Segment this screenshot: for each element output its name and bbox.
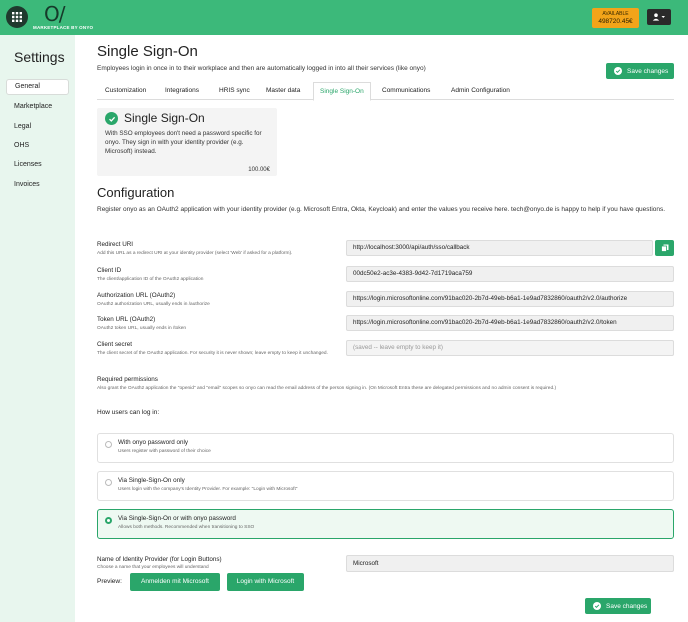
option-title: Via Single-Sign-On only (118, 477, 185, 484)
option-subtitle: Users login with the company's Identity … (118, 487, 298, 492)
idp-name-field[interactable]: Microsoft (346, 555, 674, 572)
settings-sidebar: Settings General Marketplace Legal OHS L… (0, 35, 75, 622)
option-subtitle: Allows both methods. Recommended when tr… (118, 525, 255, 530)
settings-tabs: Customization Integrations HRIS sync Mas… (97, 82, 674, 101)
preview-label: Preview: (97, 578, 122, 585)
sso-card-description: With SSO employees don't need a password… (105, 130, 262, 156)
page-title: Single Sign-On (97, 43, 198, 60)
user-menu-button[interactable] (647, 9, 671, 25)
available-budget-badge: AVAILABLE 498720.45€ (592, 8, 639, 28)
save-button-label: Save changes (606, 602, 648, 610)
sidebar-item-ohs[interactable]: OHS (6, 138, 69, 154)
sidebar-title: Settings (14, 49, 65, 65)
configuration-description: Register onyo as an OAuth2 application w… (97, 206, 666, 213)
login-option-password-only[interactable]: With onyo password only Users register w… (97, 433, 674, 463)
token-url-label: Token URL (OAuth2) (97, 316, 156, 323)
copy-icon (660, 244, 668, 252)
login-methods-label: How users can log in: (97, 409, 160, 416)
user-icon (652, 13, 665, 21)
sso-product-card: Single Sign-On With SSO employees don't … (97, 108, 277, 176)
authorization-url-field[interactable]: https://login.microsoftonline.com/91bac0… (346, 291, 674, 307)
available-value: 498720.45€ (598, 18, 633, 25)
available-label: AVAILABLE (602, 11, 629, 17)
radio-button[interactable] (105, 441, 112, 448)
preview-button-english[interactable]: Login with Microsoft (227, 573, 304, 591)
tab-communications[interactable]: Communications (376, 82, 436, 100)
tab-hris-sync[interactable]: HRIS sync (213, 82, 256, 100)
tab-single-sign-on[interactable]: Single Sign-On (313, 82, 371, 101)
tab-admin-configuration[interactable]: Admin Configuration (445, 82, 516, 100)
sso-card-title: Single Sign-On (124, 111, 205, 125)
configuration-title: Configuration (97, 185, 175, 200)
sidebar-item-marketplace[interactable]: Marketplace (6, 99, 69, 115)
save-button-label: Save changes (627, 67, 669, 75)
logo-subtitle: MARKETPLACE BY ONYO (33, 25, 94, 30)
client-id-label: Client ID (97, 267, 122, 274)
page-subtitle: Employees login in once in to their work… (97, 65, 426, 72)
tab-integrations[interactable]: Integrations (159, 82, 205, 100)
sidebar-item-licenses[interactable]: Licenses (6, 157, 69, 173)
client-secret-label: Client secret (97, 341, 132, 348)
required-permissions-label: Required permissions (97, 376, 158, 383)
client-id-field[interactable]: 00dc50e2-ac3e-4383-9d42-7d1719aca759 (346, 266, 674, 282)
token-url-field[interactable]: https://login.microsoftonline.com/91bac0… (346, 315, 674, 331)
apps-grid-icon[interactable] (6, 6, 28, 28)
logo[interactable]: O/ (44, 2, 66, 26)
tab-master-data[interactable]: Master data (260, 82, 306, 100)
token-url-help: OAuth2 token URL, usually ends in /token (97, 326, 187, 331)
idp-name-help: Choose a name that your employees will u… (97, 565, 209, 570)
client-id-help: The client/application ID of the OAuth2 … (97, 277, 204, 282)
idp-name-label: Name of Identity Provider (for Login But… (97, 556, 222, 563)
check-circle-icon (105, 112, 118, 125)
tab-customization[interactable]: Customization (99, 82, 152, 100)
sidebar-item-legal[interactable]: Legal (6, 119, 69, 135)
preview-button-german[interactable]: Anmelden mit Microsoft (130, 573, 220, 591)
top-bar: O/ MARKETPLACE BY ONYO AVAILABLE 498720.… (0, 0, 688, 35)
redirect-uri-field[interactable]: http://localhost:3000/api/auth/sso/callb… (346, 240, 653, 256)
redirect-uri-help: Add this URL as a redirect URI at your i… (97, 251, 293, 256)
sidebar-item-invoices[interactable]: Invoices (6, 177, 69, 193)
radio-button-selected[interactable] (105, 517, 112, 524)
sso-card-price: 100.00€ (248, 167, 270, 173)
sidebar-item-general[interactable]: General (6, 79, 69, 95)
client-secret-help: The client secret of the OAuth2 applicat… (97, 351, 328, 356)
save-icon (614, 67, 622, 75)
save-changes-button-bottom[interactable]: Save changes (585, 598, 651, 614)
authorization-url-help: OAuth2 authorization URL, usually ends i… (97, 302, 210, 307)
radio-button[interactable] (105, 479, 112, 486)
redirect-uri-label: Redirect URI (97, 241, 134, 248)
login-option-sso-or-password[interactable]: Via Single-Sign-On or with onyo password… (97, 509, 674, 539)
required-permissions-help: Also grant the OAuth2 application the "o… (97, 386, 557, 391)
option-title: Via Single-Sign-On or with onyo password (118, 515, 236, 522)
client-secret-field[interactable]: (saved -- leave empty to keep it) (346, 340, 674, 356)
option-subtitle: Users register with password of their ch… (118, 449, 211, 454)
save-changes-button-top[interactable]: Save changes (606, 63, 674, 79)
option-title: With onyo password only (118, 439, 188, 446)
save-icon (593, 602, 601, 610)
copy-redirect-uri-button[interactable] (655, 240, 674, 256)
authorization-url-label: Authorization URL (OAuth2) (97, 292, 176, 299)
login-option-sso-only[interactable]: Via Single-Sign-On only Users login with… (97, 471, 674, 501)
